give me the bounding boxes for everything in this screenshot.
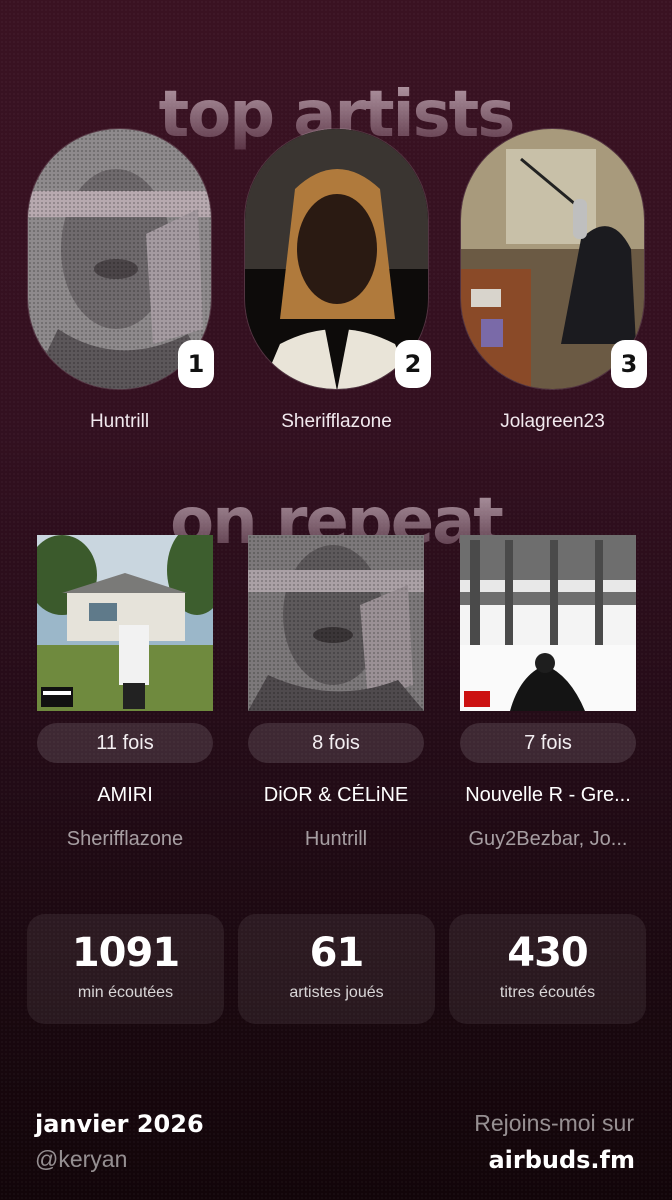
- username[interactable]: @keryan: [35, 1146, 127, 1173]
- track-title-1: AMIRI: [97, 784, 153, 806]
- artist-name-2: Sherifflazone: [281, 411, 392, 432]
- track-cover-2: [248, 535, 424, 711]
- play-count-1: 11 fois: [37, 723, 213, 763]
- artist-name-3: Jolagreen23: [500, 411, 605, 432]
- track-card-1[interactable]: 11 fois AMIRI Sherifflazone: [37, 535, 213, 850]
- rank-badge-1: 1: [178, 340, 214, 388]
- stat-tracks-label: titres écoutés: [499, 984, 596, 1001]
- rank-badge-2: 2: [395, 340, 431, 388]
- stat-tracks: 430 titres écoutés: [449, 914, 646, 1024]
- track-artists-3: Guy2Bezbar, Jo...: [468, 828, 628, 850]
- track-cover-1: [37, 535, 213, 711]
- track-title-2: DiOR & CÉLiNE: [263, 784, 409, 806]
- artist-name-1: Huntrill: [89, 411, 150, 432]
- artist-card-2[interactable]: 2 Sherifflazone: [244, 128, 431, 432]
- artist-card-1[interactable]: 1 Huntrill: [27, 128, 214, 432]
- stat-minutes-value: 1091: [71, 930, 180, 976]
- stat-artists-label: artistes joués: [289, 984, 384, 1001]
- track-card-2[interactable]: 8 fois DiOR & CÉLiNE Huntrill: [248, 535, 424, 850]
- track-artists-1: Sherifflazone: [66, 828, 184, 850]
- play-count-2: 8 fois: [248, 723, 424, 763]
- rank-badge-3: 3: [611, 340, 647, 388]
- track-card-3[interactable]: 7 fois Nouvelle R - Gre... Guy2Bezbar, J…: [460, 535, 636, 850]
- brand-link[interactable]: airbuds.fm: [488, 1146, 635, 1174]
- period-label: janvier 2026: [35, 1110, 204, 1138]
- track-title-3: Nouvelle R - Gre...: [465, 784, 631, 806]
- stat-artists-value: 61: [309, 930, 365, 976]
- artist-card-3[interactable]: 3 Jolagreen23: [460, 128, 647, 432]
- play-count-3: 7 fois: [460, 723, 636, 763]
- stat-tracks-value: 430: [507, 930, 589, 976]
- stat-minutes: 1091 min écoutées: [27, 914, 224, 1024]
- stat-minutes-label: min écoutées: [77, 984, 174, 1001]
- join-text: Rejoins-moi sur: [474, 1110, 634, 1136]
- track-cover-3: [460, 535, 636, 711]
- track-artists-2: Huntrill: [304, 828, 368, 850]
- stat-artists: 61 artistes joués: [238, 914, 435, 1024]
